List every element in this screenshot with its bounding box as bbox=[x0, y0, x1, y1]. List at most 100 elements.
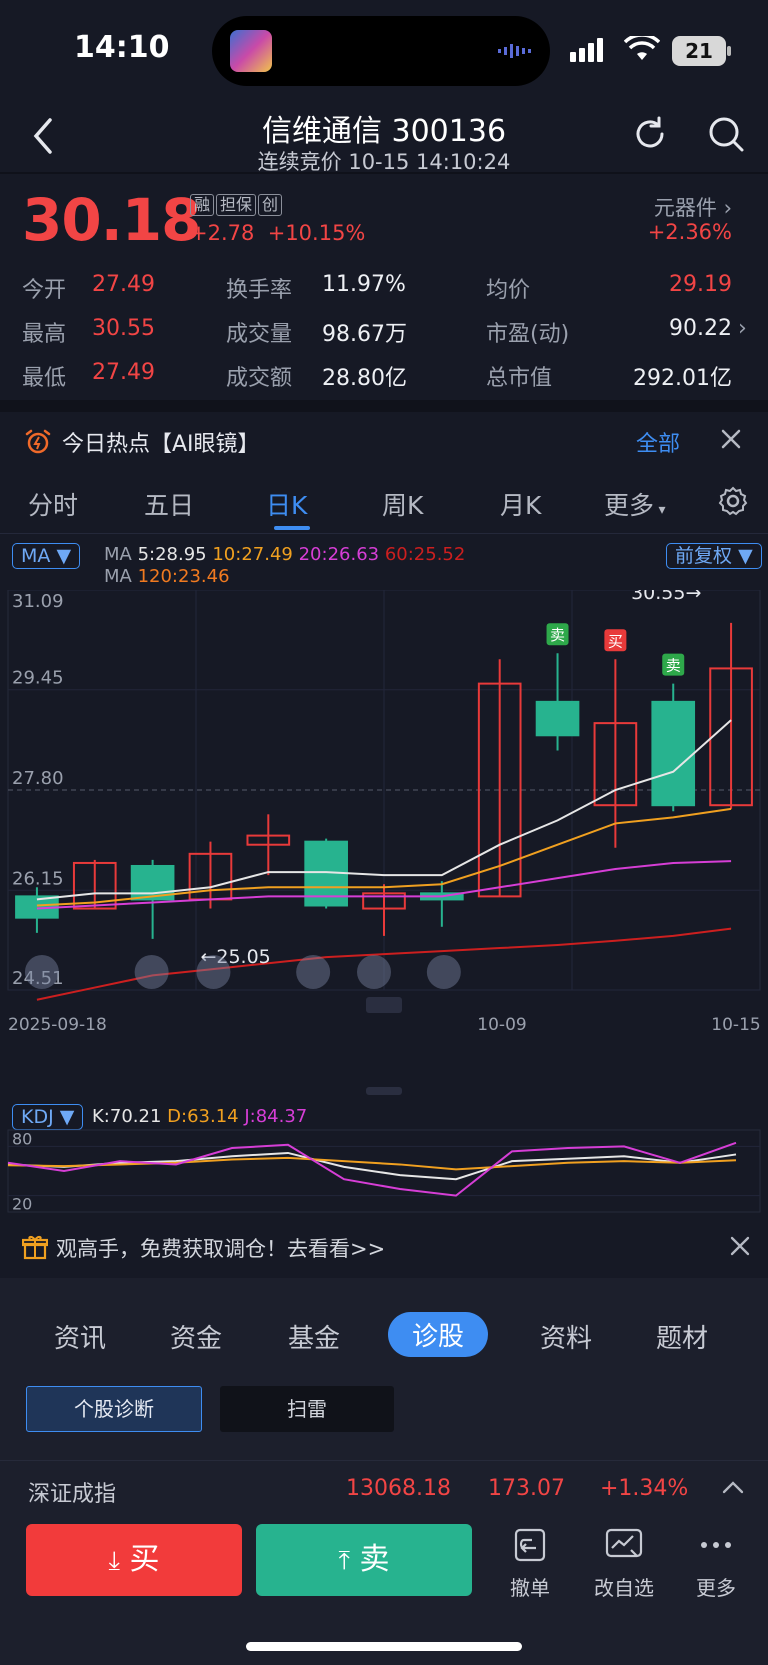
tab-five-day[interactable]: 五日 bbox=[144, 486, 194, 522]
kdj-line-j bbox=[7, 1141, 737, 1197]
step-left-icon bbox=[296, 955, 331, 989]
wifi-icon bbox=[624, 36, 660, 60]
tab-funds[interactable]: 资金 bbox=[170, 1318, 222, 1355]
divider bbox=[0, 1460, 768, 1461]
edit-watchlist-label: 改自选 bbox=[594, 1576, 654, 1600]
stock-tags: 融担保创 bbox=[190, 194, 284, 216]
indicator-selector-ma[interactable]: MA ▼ bbox=[12, 543, 81, 569]
tab-more-label: 更多 bbox=[604, 491, 655, 520]
y-tick-label: 27.80 bbox=[12, 768, 64, 789]
change-percent: +10.15% bbox=[267, 221, 366, 245]
promo-text[interactable]: 观高手，免费获取调仓！去看看>> bbox=[56, 1233, 385, 1263]
ma60-value: 60:25.52 bbox=[384, 544, 466, 565]
y-tick-label: 31.09 bbox=[12, 591, 64, 612]
buy-arrow-icon: ⤓ bbox=[108, 1546, 120, 1576]
ma20-value: 20:26.63 bbox=[298, 544, 380, 565]
close-icon[interactable] bbox=[720, 428, 742, 450]
alarm-icon bbox=[25, 429, 51, 454]
tab-monthly-k[interactable]: 月K bbox=[500, 486, 541, 522]
tag-chinext: 创 bbox=[258, 194, 283, 216]
volume-label: 成交量 bbox=[226, 322, 293, 347]
adjust-label: 前复权 bbox=[675, 545, 733, 567]
audio-wave-icon bbox=[498, 44, 531, 58]
caret-down-icon: ▾ bbox=[654, 502, 666, 518]
tab-profile[interactable]: 资料 bbox=[540, 1318, 592, 1355]
tab-more[interactable]: 更多 ▾ bbox=[604, 486, 666, 522]
candlestick-chart[interactable]: 31.0929.4527.8026.1524.51卖买卖30.55→←25.05… bbox=[0, 590, 768, 1095]
chevron-up-icon[interactable] bbox=[722, 1480, 744, 1494]
cancel-order-button[interactable]: 撤单 bbox=[490, 1528, 570, 1601]
step-right-icon bbox=[357, 955, 391, 989]
index-change: 173.07 bbox=[488, 1476, 565, 1501]
close-icon[interactable] bbox=[730, 1236, 750, 1256]
panel-resize-handle bbox=[366, 1087, 402, 1095]
high-annotation: 30.55→ bbox=[631, 590, 701, 604]
ma-prefix: MA bbox=[104, 544, 132, 565]
mcap-label: 总市值 bbox=[486, 366, 553, 391]
low-label: 最低 bbox=[22, 366, 67, 391]
trade-marker-label: 卖 bbox=[666, 657, 681, 675]
ma-selector-label: MA bbox=[21, 545, 51, 567]
bottom-panel bbox=[0, 1278, 768, 1665]
high-value: 30.55 bbox=[92, 316, 155, 341]
kdj-chart[interactable]: 80 20 bbox=[0, 1100, 768, 1214]
tab-diagnosis[interactable]: 诊股 bbox=[388, 1312, 489, 1357]
ma120-value: 120:23.46 bbox=[137, 566, 230, 587]
gear-icon[interactable] bbox=[718, 486, 748, 516]
candle-body bbox=[535, 700, 580, 737]
turnover-label: 换手率 bbox=[226, 278, 293, 303]
index-percent: +1.34% bbox=[600, 1476, 689, 1501]
scroll-handle bbox=[366, 997, 402, 1013]
tab-fund[interactable]: 基金 bbox=[288, 1318, 340, 1355]
subtab-stock-diagnosis[interactable]: 个股诊断 bbox=[26, 1386, 202, 1432]
sector-change: +2.36% bbox=[647, 220, 732, 244]
hot-topic-all[interactable]: 全部 bbox=[636, 426, 680, 458]
now-playing-art bbox=[230, 30, 272, 72]
ma10-value: 10:27.49 bbox=[212, 544, 293, 565]
tab-themes[interactable]: 题材 bbox=[656, 1318, 708, 1355]
kdj-y-tick: 20 bbox=[12, 1195, 32, 1214]
chart-edit-icon bbox=[605, 1528, 643, 1558]
ma-prefix: MA bbox=[104, 566, 132, 587]
caret-down-icon: ▼ bbox=[56, 545, 72, 567]
rotate-icon bbox=[426, 955, 461, 989]
tab-news[interactable]: 资讯 bbox=[54, 1318, 106, 1355]
tab-intraday[interactable]: 分时 bbox=[28, 486, 78, 522]
battery-icon: 21 bbox=[672, 36, 726, 66]
index-name[interactable]: 深证成指 bbox=[28, 1476, 116, 1508]
adjust-selector[interactable]: 前复权 ▼ bbox=[666, 543, 762, 569]
divider bbox=[0, 533, 768, 534]
trade-marker-label: 买 bbox=[608, 632, 623, 650]
ma-values-row1: MA 5:28.95 10:27.49 20:26.63 60:25.52 bbox=[104, 544, 465, 565]
x-tick-label: 2025-09-18 bbox=[8, 1015, 107, 1035]
pan-left-icon bbox=[196, 955, 231, 989]
dynamic-island[interactable] bbox=[212, 16, 550, 86]
search-icon[interactable] bbox=[706, 114, 746, 154]
last-price: 30.18 bbox=[22, 186, 201, 254]
more-dots-icon bbox=[701, 1542, 731, 1548]
edit-watchlist-button[interactable]: 改自选 bbox=[584, 1528, 664, 1601]
amount-value: 28.80亿 bbox=[322, 366, 407, 391]
buy-button[interactable]: ⤓ 买 bbox=[26, 1524, 242, 1596]
kdj-y-tick: 80 bbox=[12, 1129, 32, 1148]
high-label: 最高 bbox=[22, 322, 67, 347]
more-button[interactable]: 更多 bbox=[676, 1528, 756, 1601]
tab-weekly-k[interactable]: 周K bbox=[382, 486, 423, 522]
signal-icon bbox=[570, 38, 603, 62]
buy-label: 买 bbox=[129, 1542, 160, 1577]
sell-button[interactable]: ⤒ 卖 bbox=[256, 1524, 472, 1596]
sector-name: 元器件 bbox=[653, 196, 717, 220]
pe-label: 市盈(动) bbox=[486, 322, 570, 347]
chevron-right-icon[interactable]: › bbox=[738, 316, 747, 341]
home-indicator[interactable] bbox=[246, 1642, 522, 1651]
clock: 14:10 bbox=[74, 30, 170, 65]
change-value: +2.78 bbox=[190, 221, 255, 245]
refresh-icon[interactable] bbox=[630, 114, 670, 154]
tab-daily-k[interactable]: 日K bbox=[266, 486, 307, 522]
subtab-risk-scan[interactable]: 扫雷 bbox=[220, 1386, 394, 1432]
index-value: 13068.18 bbox=[346, 1476, 451, 1501]
sector-link[interactable]: 元器件 › bbox=[600, 192, 732, 222]
x-tick-label: 10-15 bbox=[711, 1015, 760, 1035]
hot-topic-text[interactable]: 今日热点【AI眼镜】 bbox=[62, 426, 260, 458]
trade-marker-label: 卖 bbox=[550, 626, 565, 644]
